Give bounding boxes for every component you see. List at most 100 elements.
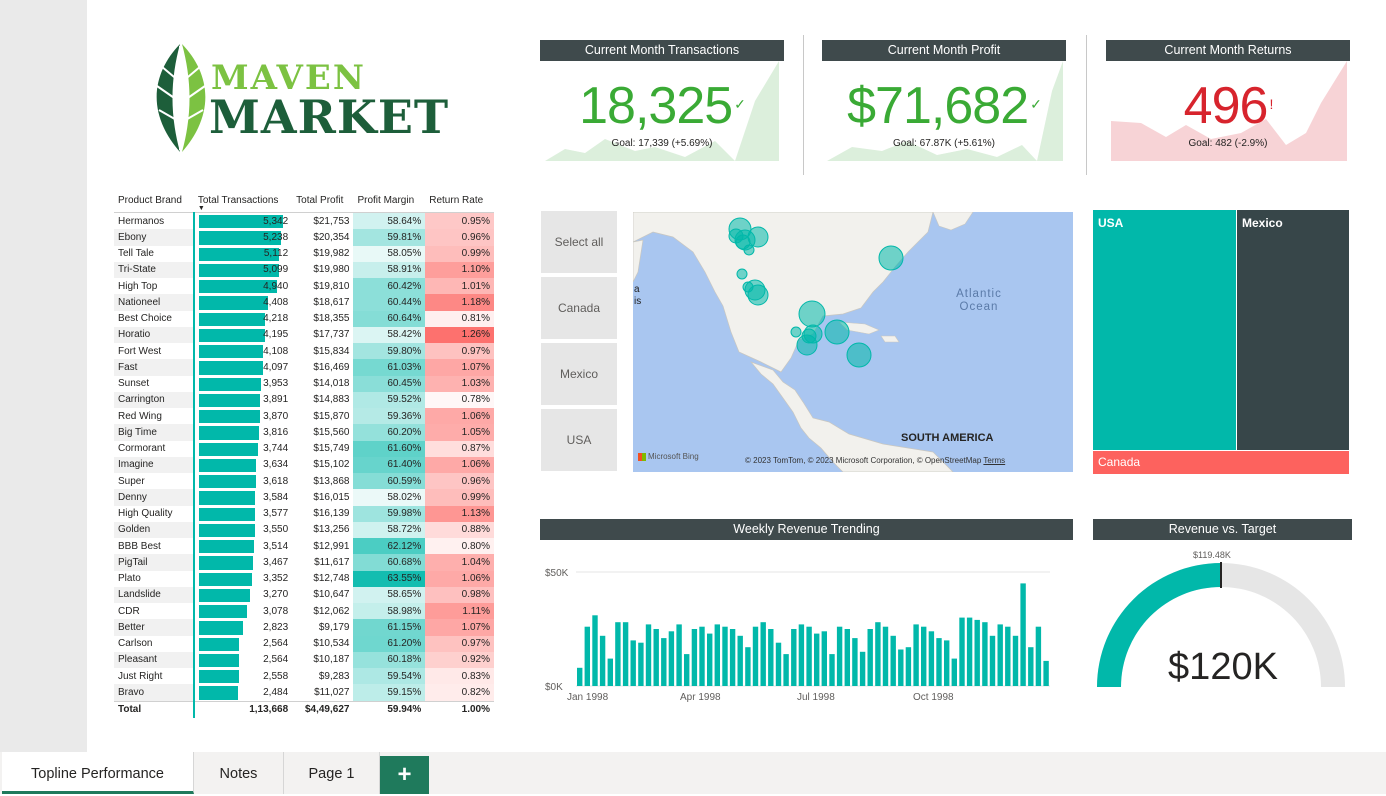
- table-row[interactable]: Ebony 5,238 $20,354 59.81% 0.96%: [114, 229, 494, 246]
- table-row[interactable]: PigTail 3,467 $11,617 60.68% 1.04%: [114, 554, 494, 571]
- revenue-bar[interactable]: [966, 617, 973, 686]
- kpi-card-3[interactable]: Current Month Returns 496! Goal: 482 (-2.9…: [1106, 40, 1350, 165]
- country-treemap[interactable]: USA Mexico Canada: [1093, 210, 1349, 474]
- map-terms-link[interactable]: Terms: [983, 456, 1005, 465]
- revenue-bar[interactable]: [959, 617, 965, 686]
- revenue-bar[interactable]: [752, 626, 759, 686]
- revenue-bar[interactable]: [867, 629, 873, 686]
- revenue-bar[interactable]: [928, 631, 935, 686]
- add-page-button[interactable]: +: [380, 756, 429, 794]
- revenue-bar[interactable]: [898, 649, 904, 687]
- table-row[interactable]: Pleasant 2,564 $10,187 60.18% 0.92%: [114, 651, 494, 668]
- revenue-bar[interactable]: [875, 622, 881, 686]
- revenue-bar[interactable]: [944, 640, 950, 686]
- revenue-bar[interactable]: [1020, 583, 1026, 686]
- table-row[interactable]: Carrington 3,891 $14,883 59.52% 0.78%: [114, 391, 494, 408]
- revenue-bar[interactable]: [1012, 635, 1019, 686]
- col-header-margin[interactable]: Profit Margin: [353, 188, 426, 213]
- revenue-bar[interactable]: [836, 626, 843, 686]
- table-row[interactable]: High Quality 3,577 $16,139 59.98% 1.13%: [114, 505, 494, 522]
- table-row[interactable]: Red Wing 3,870 $15,870 59.36% 1.06%: [114, 408, 494, 425]
- revenue-bar[interactable]: [592, 615, 598, 686]
- table-row[interactable]: Carlson 2,564 $10,534 61.20% 0.97%: [114, 635, 494, 652]
- revenue-bar[interactable]: [768, 629, 774, 686]
- table-row[interactable]: Plato 3,352 $12,748 63.55% 1.06%: [114, 570, 494, 587]
- col-header-brand[interactable]: Product Brand: [114, 188, 194, 213]
- revenue-bar[interactable]: [905, 647, 912, 686]
- revenue-bar[interactable]: [814, 633, 820, 686]
- revenue-bar[interactable]: [722, 626, 728, 686]
- revenue-bar[interactable]: [737, 635, 743, 686]
- revenue-bar[interactable]: [760, 622, 766, 686]
- revenue-bar[interactable]: [974, 619, 980, 686]
- kpi-card-1[interactable]: Current Month Transactions 18,325 ✓ Goal: 1…: [540, 40, 784, 165]
- revenue-bar[interactable]: [844, 629, 850, 686]
- revenue-bar[interactable]: [1028, 647, 1034, 686]
- revenue-bar[interactable]: [645, 624, 652, 686]
- table-row[interactable]: Fast 4,097 $16,469 61.03% 1.07%: [114, 359, 494, 376]
- revenue-bar[interactable]: [1005, 626, 1011, 686]
- revenue-bar[interactable]: [1043, 660, 1049, 686]
- revenue-bar[interactable]: [783, 654, 789, 686]
- store-map[interactable]: Atlantic Ocean SOUTH AMERICA a is Micros…: [633, 212, 1073, 472]
- revenue-bar[interactable]: [638, 642, 644, 686]
- revenue-bar[interactable]: [829, 654, 835, 686]
- revenue-bar[interactable]: [890, 635, 896, 686]
- table-row[interactable]: Tri-State 5,099 $19,980 58.91% 1.10%: [114, 261, 494, 278]
- revenue-bar[interactable]: [921, 626, 927, 686]
- revenue-bar[interactable]: [577, 667, 583, 686]
- revenue-bar[interactable]: [630, 640, 636, 686]
- table-row[interactable]: Just Right 2,558 $9,283 59.54% 0.83%: [114, 668, 494, 685]
- revenue-bar[interactable]: [821, 631, 827, 686]
- revenue-bar[interactable]: [913, 624, 919, 686]
- slicer-option-usa[interactable]: USA: [541, 409, 617, 471]
- revenue-bar[interactable]: [707, 633, 713, 686]
- revenue-bar[interactable]: [729, 629, 736, 686]
- revenue-bar[interactable]: [852, 638, 858, 686]
- revenue-bar[interactable]: [622, 622, 629, 686]
- tab-topline-performance[interactable]: Topline Performance: [2, 752, 194, 794]
- weekly-revenue-chart[interactable]: $50K $0K Jan 1998 Apr 1998 Jul 1998 Oct 1998: [540, 562, 1060, 712]
- treemap-canada[interactable]: Canada: [1093, 451, 1349, 474]
- revenue-target-gauge[interactable]: $119.48K $120K: [1093, 540, 1353, 700]
- revenue-bar[interactable]: [791, 629, 797, 686]
- revenue-bar[interactable]: [615, 622, 621, 686]
- revenue-bar[interactable]: [584, 626, 590, 686]
- table-row[interactable]: Horatio 4,195 $17,737 58.42% 1.26%: [114, 326, 494, 343]
- revenue-bar[interactable]: [714, 624, 720, 686]
- slicer-option-select-all[interactable]: Select all: [541, 211, 617, 273]
- revenue-bar[interactable]: [668, 631, 675, 686]
- col-header-transactions[interactable]: Total Transactions ▼: [193, 188, 293, 213]
- table-row[interactable]: High Top 4,940 $19,810 60.42% 1.01%: [114, 278, 494, 295]
- slicer-option-mexico[interactable]: Mexico: [541, 343, 617, 405]
- kpi-card-2[interactable]: Current Month Profit $71,682 ✓ Goal: 67.87K…: [822, 40, 1066, 165]
- table-row[interactable]: Fort West 4,108 $15,834 59.80% 0.97%: [114, 343, 494, 360]
- revenue-bar[interactable]: [775, 642, 782, 686]
- table-row[interactable]: Better 2,823 $9,179 61.15% 1.07%: [114, 619, 494, 636]
- table-row[interactable]: Cormorant 3,744 $15,749 61.60% 0.87%: [114, 440, 494, 457]
- table-row[interactable]: Hermanos 5,342 $21,753 58.64% 0.95%: [114, 212, 494, 230]
- revenue-bar[interactable]: [661, 638, 667, 686]
- revenue-bar[interactable]: [951, 658, 957, 686]
- revenue-bar[interactable]: [691, 629, 698, 686]
- revenue-bar[interactable]: [982, 622, 988, 686]
- table-row[interactable]: Bravo 2,484 $11,027 59.15% 0.82%: [114, 684, 494, 701]
- col-header-return-rate[interactable]: Return Rate: [425, 188, 494, 213]
- table-row[interactable]: Big Time 3,816 $15,560 60.20% 1.05%: [114, 424, 494, 441]
- slicer-option-canada[interactable]: Canada: [541, 277, 617, 339]
- table-row[interactable]: Tell Tale 5,112 $19,982 58.05% 0.99%: [114, 245, 494, 262]
- table-row[interactable]: Landslide 3,270 $10,647 58.65% 0.98%: [114, 586, 494, 603]
- table-row[interactable]: Denny 3,584 $16,015 58.02% 0.99%: [114, 489, 494, 506]
- table-row[interactable]: BBB Best 3,514 $12,991 62.12% 0.80%: [114, 538, 494, 555]
- tab-notes[interactable]: Notes: [194, 752, 284, 794]
- table-row[interactable]: CDR 3,078 $12,062 58.98% 1.11%: [114, 603, 494, 620]
- revenue-bar[interactable]: [997, 624, 1003, 686]
- tab-page-1[interactable]: Page 1: [284, 752, 380, 794]
- table-row[interactable]: Super 3,618 $13,868 60.59% 0.96%: [114, 473, 494, 490]
- revenue-bar[interactable]: [859, 651, 866, 686]
- revenue-bar[interactable]: [798, 624, 805, 686]
- revenue-bar[interactable]: [607, 658, 613, 686]
- col-header-profit[interactable]: Total Profit: [292, 188, 354, 213]
- revenue-bar[interactable]: [806, 626, 812, 686]
- table-row[interactable]: Sunset 3,953 $14,018 60.45% 1.03%: [114, 375, 494, 392]
